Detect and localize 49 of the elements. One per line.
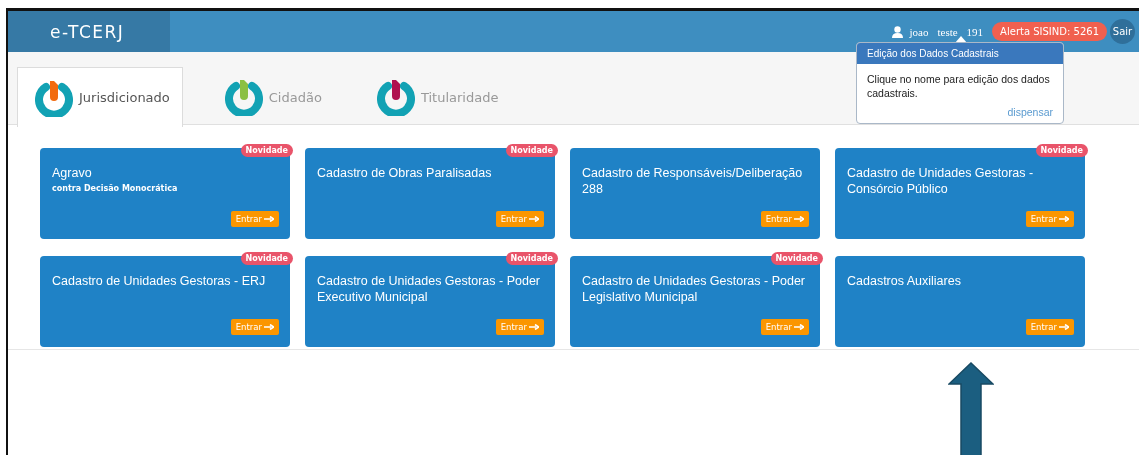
- arrow-icon: [264, 324, 274, 330]
- enter-button[interactable]: Entrar: [230, 319, 279, 335]
- card-title: Cadastro de Unidades Gestoras - Poder Executivo Municipal: [317, 273, 542, 305]
- ring-icon: [35, 82, 73, 117]
- popover-text: Clique no nome para edição dos dados cadastrais.: [866, 72, 1051, 101]
- arrow-icon: [529, 324, 539, 330]
- card-title: Cadastro de Unidades Gestoras - Poder Legislativo Municipal: [582, 273, 807, 305]
- arrow-icon: [794, 324, 804, 330]
- user-icon: [892, 25, 904, 38]
- card-title: Cadastro de Responsáveis/Deliberação 288: [582, 165, 804, 197]
- new-badge: Novidade: [505, 252, 558, 265]
- popover-title: Edição dos Dados Cadastrais: [857, 43, 1063, 64]
- service-card[interactable]: Cadastro de Responsáveis/Deliberação 288 Entrar: [570, 148, 820, 239]
- alert-badge[interactable]: Alerta SISIND: 5261: [992, 22, 1107, 41]
- arrow-icon: [264, 216, 274, 222]
- enter-button[interactable]: Entrar: [760, 319, 809, 335]
- new-badge: Novidade: [1035, 144, 1088, 157]
- card-title: Cadastros Auxiliares: [847, 273, 962, 289]
- logout-button[interactable]: Sair: [1110, 19, 1135, 44]
- arrow-icon: [529, 216, 539, 222]
- enter-button[interactable]: Entrar: [760, 211, 809, 227]
- card-title: Cadastro de Obras Paralisadas: [317, 165, 493, 181]
- card-title: Cadastro de Unidades Gestoras - Consórcio Público: [847, 165, 1035, 197]
- user-first-name[interactable]: joao: [909, 25, 929, 38]
- tab[interactable]: Titularidade: [358, 67, 512, 126]
- new-badge: Novidade: [505, 144, 558, 157]
- arrow-icon: [1059, 216, 1069, 222]
- dismiss-link[interactable]: dispensar: [1007, 106, 1053, 118]
- enter-button[interactable]: Entrar: [495, 211, 544, 227]
- notification-count: 191: [966, 25, 984, 38]
- card-subtitle: contra Decisão Monocrática: [52, 184, 179, 193]
- enter-button[interactable]: Entrar: [1025, 211, 1074, 227]
- card-title: Agravo: [52, 165, 93, 181]
- arrow-icon: [794, 216, 804, 222]
- arrow-icon: [1059, 324, 1069, 330]
- new-badge: Novidade: [770, 252, 823, 265]
- user-last-name[interactable]: teste: [937, 25, 958, 38]
- enter-button[interactable]: Entrar: [1025, 319, 1074, 335]
- enter-button[interactable]: Entrar: [230, 211, 279, 227]
- service-card[interactable]: Cadastros Auxiliares Entrar: [835, 256, 1085, 347]
- new-badge: Novidade: [240, 252, 293, 265]
- tab[interactable]: Cidadão: [206, 67, 335, 126]
- card-title: Cadastro de Unidades Gestoras - ERJ: [52, 273, 267, 289]
- ring-icon: [376, 82, 415, 116]
- ring-icon: [224, 82, 263, 116]
- new-badge: Novidade: [240, 144, 293, 157]
- logo[interactable]: e-TCERJ: [8, 11, 170, 52]
- enter-button[interactable]: Entrar: [495, 319, 544, 335]
- tab[interactable]: Jurisdicionado: [17, 67, 183, 127]
